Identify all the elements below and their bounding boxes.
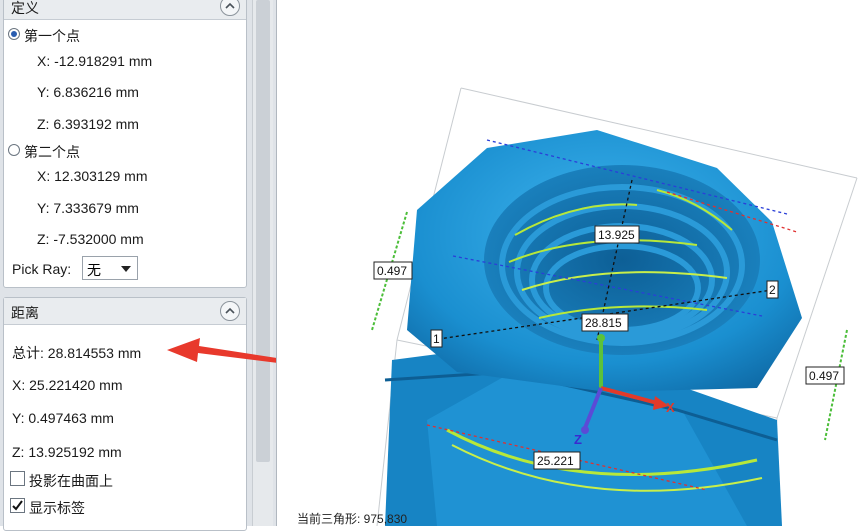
checkmark-icon xyxy=(12,500,23,511)
svg-text:13.925: 13.925 xyxy=(598,228,635,242)
point-marker-1[interactable]: 1 xyxy=(430,329,443,348)
project-on-surface-checkbox[interactable] xyxy=(10,471,25,486)
first-point-label[interactable]: 第一个点 xyxy=(24,26,80,46)
distance-z: Z: 13.925192 mm xyxy=(12,444,122,460)
project-on-surface-label[interactable]: 投影在曲面上 xyxy=(29,471,113,491)
dimension-label-28815[interactable]: 28.815 xyxy=(581,313,629,332)
axis-z-label: Z xyxy=(574,432,582,447)
svg-text:0.497: 0.497 xyxy=(377,264,407,278)
distance-total: 总计: 28.814553 mm xyxy=(12,345,142,361)
panel-scrollbar[interactable] xyxy=(252,0,273,526)
distance-x: X: 25.221420 mm xyxy=(12,377,123,393)
property-panel: 定义 第一个点 X: -12.918291 mm Y: 6.836216 mm … xyxy=(0,0,276,531)
distance-group: 距离 总计: 28.814553 mm X: 25.221420 mm Y: 0… xyxy=(3,297,247,531)
dimension-label-25221[interactable]: 25.221 xyxy=(533,451,581,470)
distance-y: Y: 0.497463 mm xyxy=(12,410,114,426)
svg-text:1: 1 xyxy=(433,332,440,346)
distance-group-title: 距离 xyxy=(11,305,39,321)
dimension-label-0497-right[interactable]: 0.497 xyxy=(805,366,845,385)
panel-scrollbar-thumb[interactable] xyxy=(256,0,270,462)
first-point-y: Y: 6.836216 mm xyxy=(37,84,139,100)
show-labels-checkbox[interactable] xyxy=(10,498,25,513)
second-point-z: Z: -7.532000 mm xyxy=(37,231,144,247)
chevron-up-icon xyxy=(225,2,235,9)
svg-text:25.221: 25.221 xyxy=(537,454,574,468)
show-labels-label[interactable]: 显示标签 xyxy=(29,498,85,518)
pick-ray-value: 无 xyxy=(87,262,101,278)
axis-x-label: X xyxy=(666,400,675,415)
pick-ray-select[interactable]: 无 xyxy=(82,256,138,280)
second-point-radio[interactable] xyxy=(8,144,20,156)
definition-group-title: 定义 xyxy=(11,0,39,16)
svg-text:0.497: 0.497 xyxy=(809,369,839,383)
status-current-triangle: 当前三角形: 975,830 xyxy=(297,512,408,526)
first-point-radio[interactable] xyxy=(8,28,20,40)
dimension-label-0497-left[interactable]: 0.497 xyxy=(373,261,413,280)
second-point-label[interactable]: 第二个点 xyxy=(24,142,80,162)
second-point-x: X: 12.303129 mm xyxy=(37,168,148,184)
first-point-z: Z: 6.393192 mm xyxy=(37,116,139,132)
distance-group-header[interactable]: 距离 xyxy=(4,298,246,325)
definition-group: 定义 第一个点 X: -12.918291 mm Y: 6.836216 mm … xyxy=(3,0,247,288)
pick-ray-label: Pick Ray: xyxy=(12,261,72,277)
svg-text:2: 2 xyxy=(769,283,776,297)
dropdown-arrow-icon xyxy=(121,266,131,272)
first-point-x: X: -12.918291 mm xyxy=(37,53,153,69)
dimension-label-13925[interactable]: 13.925 xyxy=(594,225,640,244)
definition-group-header[interactable]: 定义 xyxy=(4,0,246,20)
collapse-distance-button[interactable] xyxy=(220,301,240,321)
svg-text:28.815: 28.815 xyxy=(585,316,622,330)
3d-scene[interactable]: X Z 13.925 28.815 25.221 0.497 0.497 1 2 xyxy=(277,0,864,526)
point-marker-2[interactable]: 2 xyxy=(766,280,779,299)
chevron-up-icon xyxy=(225,307,235,314)
collapse-definition-button[interactable] xyxy=(220,0,240,16)
second-point-y: Y: 7.333679 mm xyxy=(37,200,139,216)
3d-viewport[interactable]: X Z 13.925 28.815 25.221 0.497 0.497 1 2… xyxy=(276,0,864,526)
